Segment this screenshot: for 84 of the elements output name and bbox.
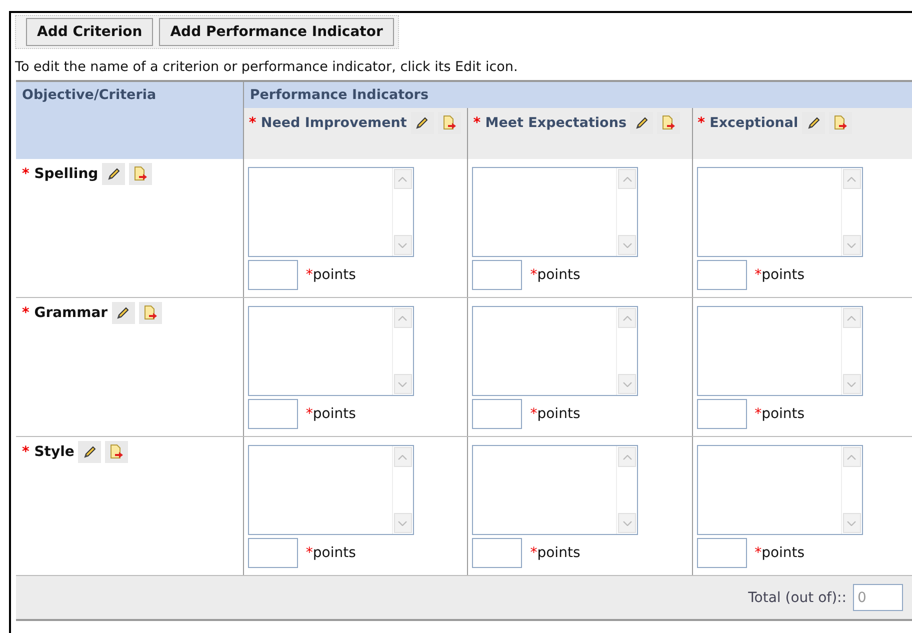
scrollbar[interactable] <box>616 168 638 256</box>
description-field[interactable] <box>248 167 414 257</box>
description-field[interactable] <box>472 306 638 396</box>
scroll-up-button[interactable] <box>842 447 861 467</box>
pencil-icon <box>82 445 97 459</box>
points-label: *points <box>306 545 356 561</box>
scroll-down-button[interactable] <box>394 235 412 255</box>
criterion-name: * Spelling <box>22 166 98 182</box>
indicator-name: * Need Improvement <box>248 115 407 131</box>
indicator-name: * Exceptional <box>698 115 798 131</box>
criterion-name: * Grammar <box>22 305 108 321</box>
description-field[interactable] <box>696 167 863 257</box>
scroll-down-button[interactable] <box>618 235 636 255</box>
pencil-icon <box>634 116 649 130</box>
points-label: *points <box>530 545 580 561</box>
points-field[interactable] <box>472 538 522 568</box>
points-field[interactable] <box>248 538 298 568</box>
scrollbar[interactable] <box>840 168 862 256</box>
scroll-down-button[interactable] <box>618 374 636 394</box>
edit-button[interactable] <box>112 302 135 324</box>
total-label: Total (out of):: <box>748 590 846 606</box>
scroll-up-button[interactable] <box>618 169 636 189</box>
points-field[interactable] <box>472 399 522 429</box>
move-button[interactable] <box>129 163 152 185</box>
description-field[interactable] <box>696 445 863 535</box>
edit-button[interactable] <box>78 441 102 463</box>
description-field[interactable] <box>248 445 414 535</box>
points-label: *points <box>530 267 580 283</box>
toolbar-button[interactable]: Add Performance Indicator <box>159 18 394 46</box>
points-field[interactable] <box>472 260 522 290</box>
points-field[interactable] <box>696 538 747 568</box>
scroll-up-button[interactable] <box>842 169 861 189</box>
scrollbar[interactable] <box>392 446 413 534</box>
points-label: *points <box>306 267 356 283</box>
page-arrow-icon <box>442 115 457 131</box>
points-field[interactable] <box>696 399 747 429</box>
scroll-up-button[interactable] <box>618 308 636 328</box>
page-arrow-icon <box>109 444 124 460</box>
points-label: *points <box>754 267 805 283</box>
points-label: *points <box>754 545 805 561</box>
points-label: *points <box>754 406 805 422</box>
page-arrow-icon <box>833 115 848 131</box>
criterion-name: * Style <box>22 444 74 460</box>
pencil-icon <box>806 116 821 130</box>
move-button[interactable] <box>138 302 162 324</box>
instruction-text: To edit the name of a criterion or performance indicator, click its Edit icon. <box>15 59 519 75</box>
points-label: *points <box>530 406 580 422</box>
description-field[interactable] <box>472 445 638 535</box>
scrollbar[interactable] <box>392 307 413 395</box>
points-field[interactable] <box>248 260 298 290</box>
indicator-name: * Meet Expectations <box>473 115 626 131</box>
scroll-up-button[interactable] <box>394 308 412 328</box>
description-field[interactable] <box>472 167 638 257</box>
points-field[interactable] <box>696 260 747 290</box>
page-arrow-icon <box>142 305 158 321</box>
scrollbar[interactable] <box>840 307 862 395</box>
scrollbar[interactable] <box>616 446 638 534</box>
scrollbar[interactable] <box>616 307 638 395</box>
scroll-down-button[interactable] <box>842 513 861 533</box>
scroll-down-button[interactable] <box>842 374 861 394</box>
description-field[interactable] <box>696 306 863 396</box>
page-arrow-icon <box>133 166 148 182</box>
scroll-up-button[interactable] <box>842 308 861 328</box>
move-button[interactable] <box>105 441 128 463</box>
scroll-down-button[interactable] <box>394 513 412 533</box>
scrollbar[interactable] <box>840 446 862 534</box>
description-field[interactable] <box>248 306 414 396</box>
pencil-icon <box>106 167 121 181</box>
toolbar-button[interactable]: Add Criterion <box>26 18 154 46</box>
scroll-down-button[interactable] <box>842 235 861 255</box>
pencil-icon <box>415 116 430 130</box>
column-header: Objective/Criteria <box>16 81 244 159</box>
scroll-up-button[interactable] <box>618 447 636 467</box>
scroll-down-button[interactable] <box>394 374 412 394</box>
page-arrow-icon <box>661 115 676 131</box>
edit-button[interactable] <box>102 163 126 185</box>
pencil-icon <box>116 306 130 320</box>
points-field[interactable] <box>248 399 298 429</box>
column-header: Performance Indicators <box>243 81 912 108</box>
scroll-up-button[interactable] <box>394 447 412 467</box>
points-label: *points <box>306 406 356 422</box>
scroll-down-button[interactable] <box>618 513 636 533</box>
scrollbar[interactable] <box>392 168 413 256</box>
scroll-up-button[interactable] <box>394 169 412 189</box>
